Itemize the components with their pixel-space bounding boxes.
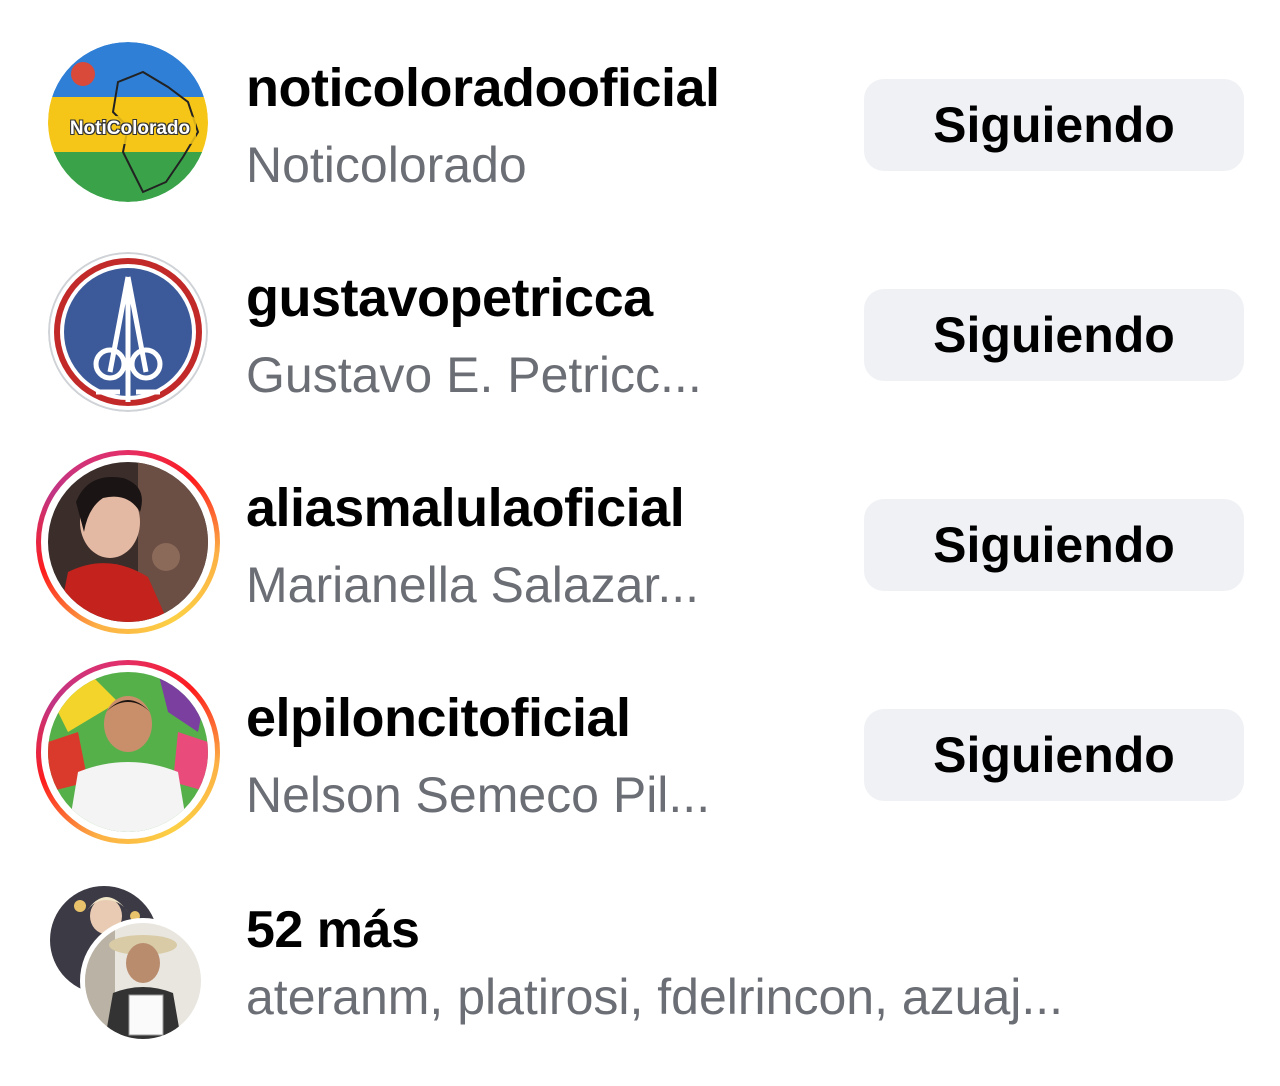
- username[interactable]: elpiloncitoficial: [246, 687, 631, 749]
- full-name: Nelson Semeco Pil...: [246, 767, 711, 823]
- following-button[interactable]: Siguiendo: [864, 79, 1244, 171]
- following-button[interactable]: Siguiendo: [864, 289, 1244, 381]
- avatar[interactable]: [36, 450, 220, 634]
- more-names: ateranm, platirosi, fdelrincon, azuaj...: [246, 969, 1064, 1025]
- avatar[interactable]: [48, 252, 208, 416]
- profile-photo-icon: [48, 672, 208, 832]
- avatar: [80, 918, 206, 1044]
- username[interactable]: gustavopetricca: [246, 267, 653, 329]
- profile-photo-icon: [85, 923, 201, 1039]
- more-count-label[interactable]: 52 más: [246, 900, 420, 960]
- more-followers-item[interactable]: 52 más ateranm, platirosi, fdelrincon, a…: [0, 870, 1280, 1070]
- full-name: Marianella Salazar...: [246, 557, 700, 613]
- full-name: Gustavo E. Petricc...: [246, 347, 702, 403]
- username[interactable]: aliasmalulaoficial: [246, 477, 685, 539]
- following-button[interactable]: Siguiendo: [864, 709, 1244, 801]
- story-ring: [36, 450, 220, 634]
- profile-photo-icon: [48, 462, 208, 622]
- story-ring: [36, 660, 220, 844]
- avatar-logo-text: NotiColorado: [69, 118, 191, 139]
- list-item[interactable]: NotiColorado noticoloradooficial Noticol…: [0, 0, 1280, 202]
- username[interactable]: noticoloradooficial: [246, 57, 720, 119]
- political-party-logo-icon: [48, 252, 208, 412]
- list-item[interactable]: aliasmalulaoficial Marianella Salazar...…: [0, 420, 1280, 634]
- list-item[interactable]: gustavopetricca Gustavo E. Petricc... Si…: [0, 210, 1280, 412]
- avatar[interactable]: NotiColorado: [48, 42, 208, 206]
- following-button[interactable]: Siguiendo: [864, 499, 1244, 591]
- full-name: Noticolorado: [246, 137, 527, 193]
- avatar[interactable]: [36, 660, 220, 844]
- list-item[interactable]: elpiloncitoficial Nelson Semeco Pil... S…: [0, 630, 1280, 844]
- stacked-avatars: [50, 886, 210, 1044]
